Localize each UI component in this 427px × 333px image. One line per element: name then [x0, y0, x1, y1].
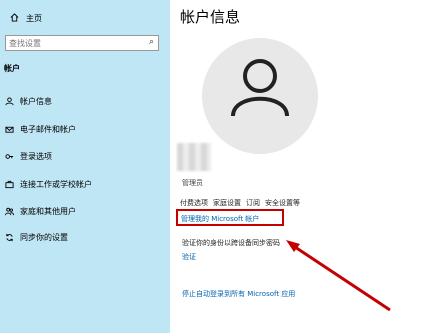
sidebar-item-label: 同步你的设置: [20, 233, 68, 242]
account-links: 付费选项 家庭设置 订阅 安全设置等: [180, 198, 300, 208]
sidebar-item-family[interactable]: 家庭和其他用户: [4, 206, 76, 217]
sidebar-item-label: 家庭和其他用户: [20, 207, 76, 216]
key-icon: [4, 152, 14, 162]
sidebar-item-work-school[interactable]: 连接工作或学校帐户: [4, 179, 92, 190]
sidebar-item-label: 电子邮件和帐户: [20, 125, 76, 134]
search-icon[interactable]: ⌕: [149, 37, 154, 47]
sidebar-item-signin[interactable]: 登录选项: [4, 151, 52, 162]
section-title: 帐户: [4, 64, 20, 73]
person-icon: [4, 96, 14, 107]
sidebar: 主页 ⌕ 帐户 帐户信息 电子邮件和帐户 登录选项 连接工作或学校帐户 家庭和其…: [0, 0, 170, 333]
person-icon: [231, 59, 289, 117]
sidebar-item-account-info[interactable]: 帐户信息: [4, 96, 52, 107]
sidebar-item-label: 登录选项: [20, 152, 52, 161]
family-settings-link[interactable]: 家庭设置: [213, 198, 241, 208]
stop-auto-signin-link[interactable]: 停止自动登录到所有 Microsoft 应用: [182, 289, 295, 299]
account-role: 管理员: [182, 179, 203, 187]
search-box[interactable]: ⌕: [5, 35, 159, 51]
sidebar-item-label: 帐户信息: [20, 97, 52, 106]
avatar[interactable]: [202, 38, 318, 154]
sidebar-item-label: 连接工作或学校帐户: [20, 180, 92, 189]
sidebar-item-label: 主页: [26, 14, 42, 23]
home-icon: [10, 13, 20, 24]
blurred-username: [177, 143, 211, 171]
people-icon: [4, 207, 14, 217]
security-settings-link[interactable]: 安全设置等: [265, 198, 300, 208]
verify-link[interactable]: 验证: [182, 252, 196, 262]
briefcase-icon: [4, 180, 14, 190]
main-content: 帐户信息 管理员 付费选项 家庭设置 订阅 安全设置等 管理我的 Microso…: [170, 0, 427, 333]
sidebar-item-sync[interactable]: 同步你的设置: [4, 232, 68, 243]
manage-microsoft-account-link[interactable]: 管理我的 Microsoft 帐户: [176, 209, 284, 226]
billing-link[interactable]: 付费选项: [180, 198, 208, 208]
sidebar-item-home[interactable]: 主页: [10, 13, 42, 24]
page-title: 帐户信息: [180, 8, 241, 26]
subscriptions-link[interactable]: 订阅: [246, 198, 260, 208]
mail-icon: [4, 125, 14, 135]
search-input[interactable]: [6, 36, 139, 50]
sync-icon: [4, 233, 14, 243]
verify-identity-text: 验证你的身份以跨设备同步密码: [182, 239, 280, 247]
sidebar-item-email[interactable]: 电子邮件和帐户: [4, 124, 76, 135]
